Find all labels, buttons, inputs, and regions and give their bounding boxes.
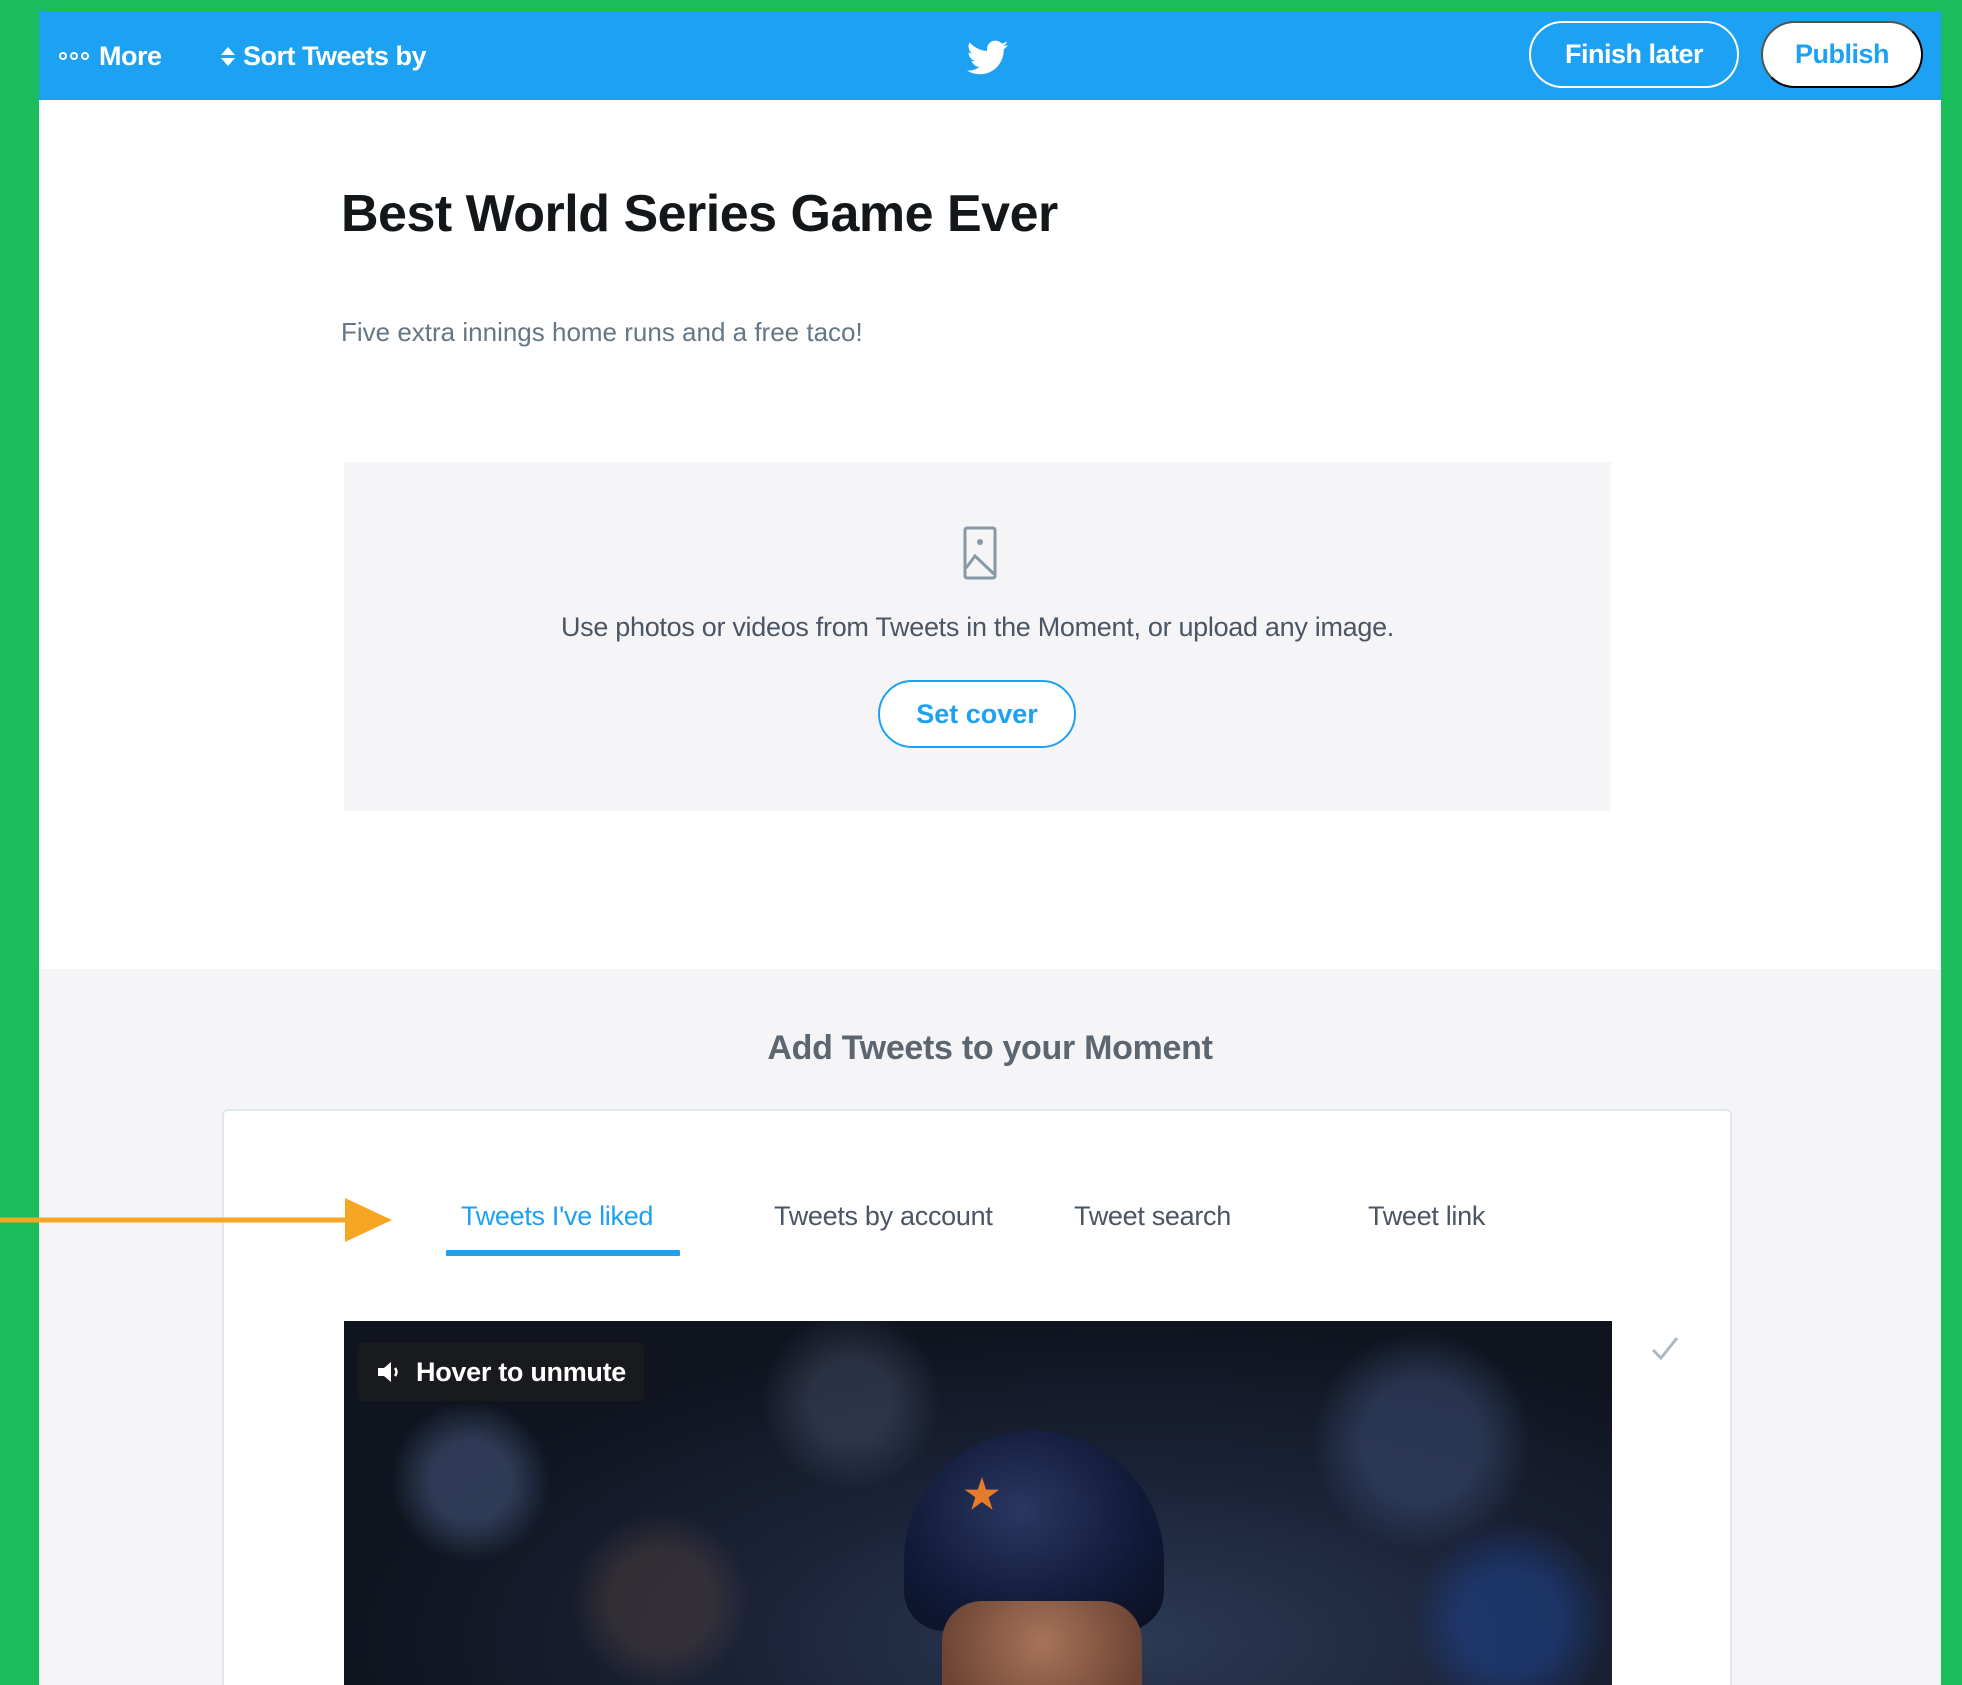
- tweet-video[interactable]: ★ Hover to unmute: [344, 1321, 1612, 1685]
- tweet-source-tabs: Tweets I've liked Tweets by account Twee…: [224, 1111, 1730, 1261]
- active-tab-indicator: [446, 1250, 680, 1256]
- sort-tweets-button[interactable]: Sort Tweets by: [221, 36, 427, 76]
- add-tweets-heading: Add Tweets to your Moment: [767, 1029, 1213, 1067]
- player-face: [942, 1601, 1142, 1685]
- tab-tweet-search[interactable]: Tweet search: [1074, 1201, 1231, 1232]
- tab-tweets-by-account[interactable]: Tweets by account: [774, 1201, 993, 1232]
- cover-box: Use photos or videos from Tweets in the …: [344, 462, 1611, 811]
- set-cover-button[interactable]: Set cover: [878, 680, 1076, 748]
- add-tweets-panel: Tweets I've liked Tweets by account Twee…: [222, 1109, 1732, 1685]
- helmet-logo: ★: [964, 1471, 1000, 1518]
- publish-button[interactable]: Publish: [1761, 21, 1923, 88]
- sort-label: Sort Tweets by: [243, 40, 427, 71]
- checkmark-icon[interactable]: [1649, 1333, 1681, 1365]
- more-button[interactable]: More: [59, 36, 162, 76]
- top-bar: More Sort Tweets by Finish later Publish: [39, 11, 1941, 100]
- sort-icon: [221, 46, 235, 66]
- dots-icon: [59, 52, 89, 60]
- tab-tweets-liked[interactable]: Tweets I've liked: [461, 1201, 653, 1232]
- twitter-bird-icon: [967, 40, 1009, 75]
- hover-to-unmute[interactable]: Hover to unmute: [358, 1343, 645, 1401]
- app-window: More Sort Tweets by Finish later Publish…: [39, 11, 1941, 1685]
- speaker-icon: [378, 1362, 398, 1382]
- image-icon: [963, 526, 997, 580]
- add-tweets-section: Add Tweets to your Moment Tweets I've li…: [39, 969, 1941, 1685]
- cover-hint: Use photos or videos from Tweets in the …: [560, 612, 1395, 642]
- unmute-label: Hover to unmute: [416, 1356, 627, 1387]
- more-label: More: [99, 40, 162, 71]
- finish-later-button[interactable]: Finish later: [1529, 21, 1739, 88]
- tab-tweet-link[interactable]: Tweet link: [1368, 1201, 1485, 1232]
- arrow-annotation: [0, 1198, 392, 1242]
- moment-title[interactable]: Best World Series Game Ever: [341, 184, 1058, 244]
- moment-description[interactable]: Five extra innings home runs and a free …: [341, 317, 863, 348]
